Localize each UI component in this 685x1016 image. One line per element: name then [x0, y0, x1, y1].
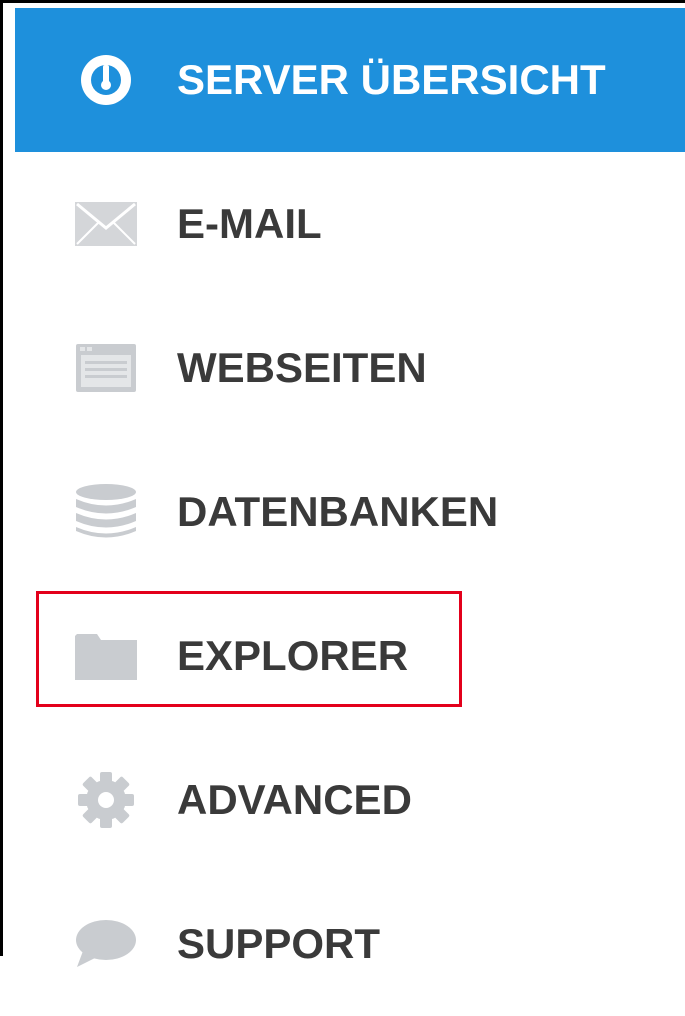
browser-window-icon — [73, 340, 139, 396]
database-icon — [73, 484, 139, 540]
sidebar-item-label: E-MAIL — [177, 200, 322, 247]
sidebar-item-advanced[interactable]: ADVANCED — [15, 728, 685, 872]
sidebar-item-label: WEBSEITEN — [177, 344, 427, 391]
sidebar-item-support[interactable]: SUPPORT — [15, 872, 685, 1016]
explorer-highlight-box — [36, 591, 462, 707]
sidebar-item-label: ADVANCED — [177, 776, 412, 823]
sidebar-item-databases[interactable]: DATENBANKEN — [15, 440, 685, 584]
sidebar-item-websites[interactable]: WEBSEITEN — [15, 296, 685, 440]
speech-bubble-icon — [73, 916, 139, 972]
sidebar-item-label: SUPPORT — [177, 920, 381, 967]
gauge-icon — [73, 52, 139, 108]
sidebar-item-label: SERVER ÜBERSICHT — [177, 56, 606, 103]
sidebar-item-server-overview[interactable]: SERVER ÜBERSICHT — [15, 8, 685, 152]
screenshot-frame: SERVER ÜBERSICHT E-MAIL WEBSEITEN DATENB… — [0, 0, 685, 967]
envelope-icon — [73, 196, 139, 252]
sidebar-item-email[interactable]: E-MAIL — [15, 152, 685, 296]
sidebar-menu: SERVER ÜBERSICHT E-MAIL WEBSEITEN DATENB… — [15, 8, 685, 1016]
sidebar-item-label: DATENBANKEN — [177, 488, 499, 535]
gear-icon — [73, 772, 139, 828]
